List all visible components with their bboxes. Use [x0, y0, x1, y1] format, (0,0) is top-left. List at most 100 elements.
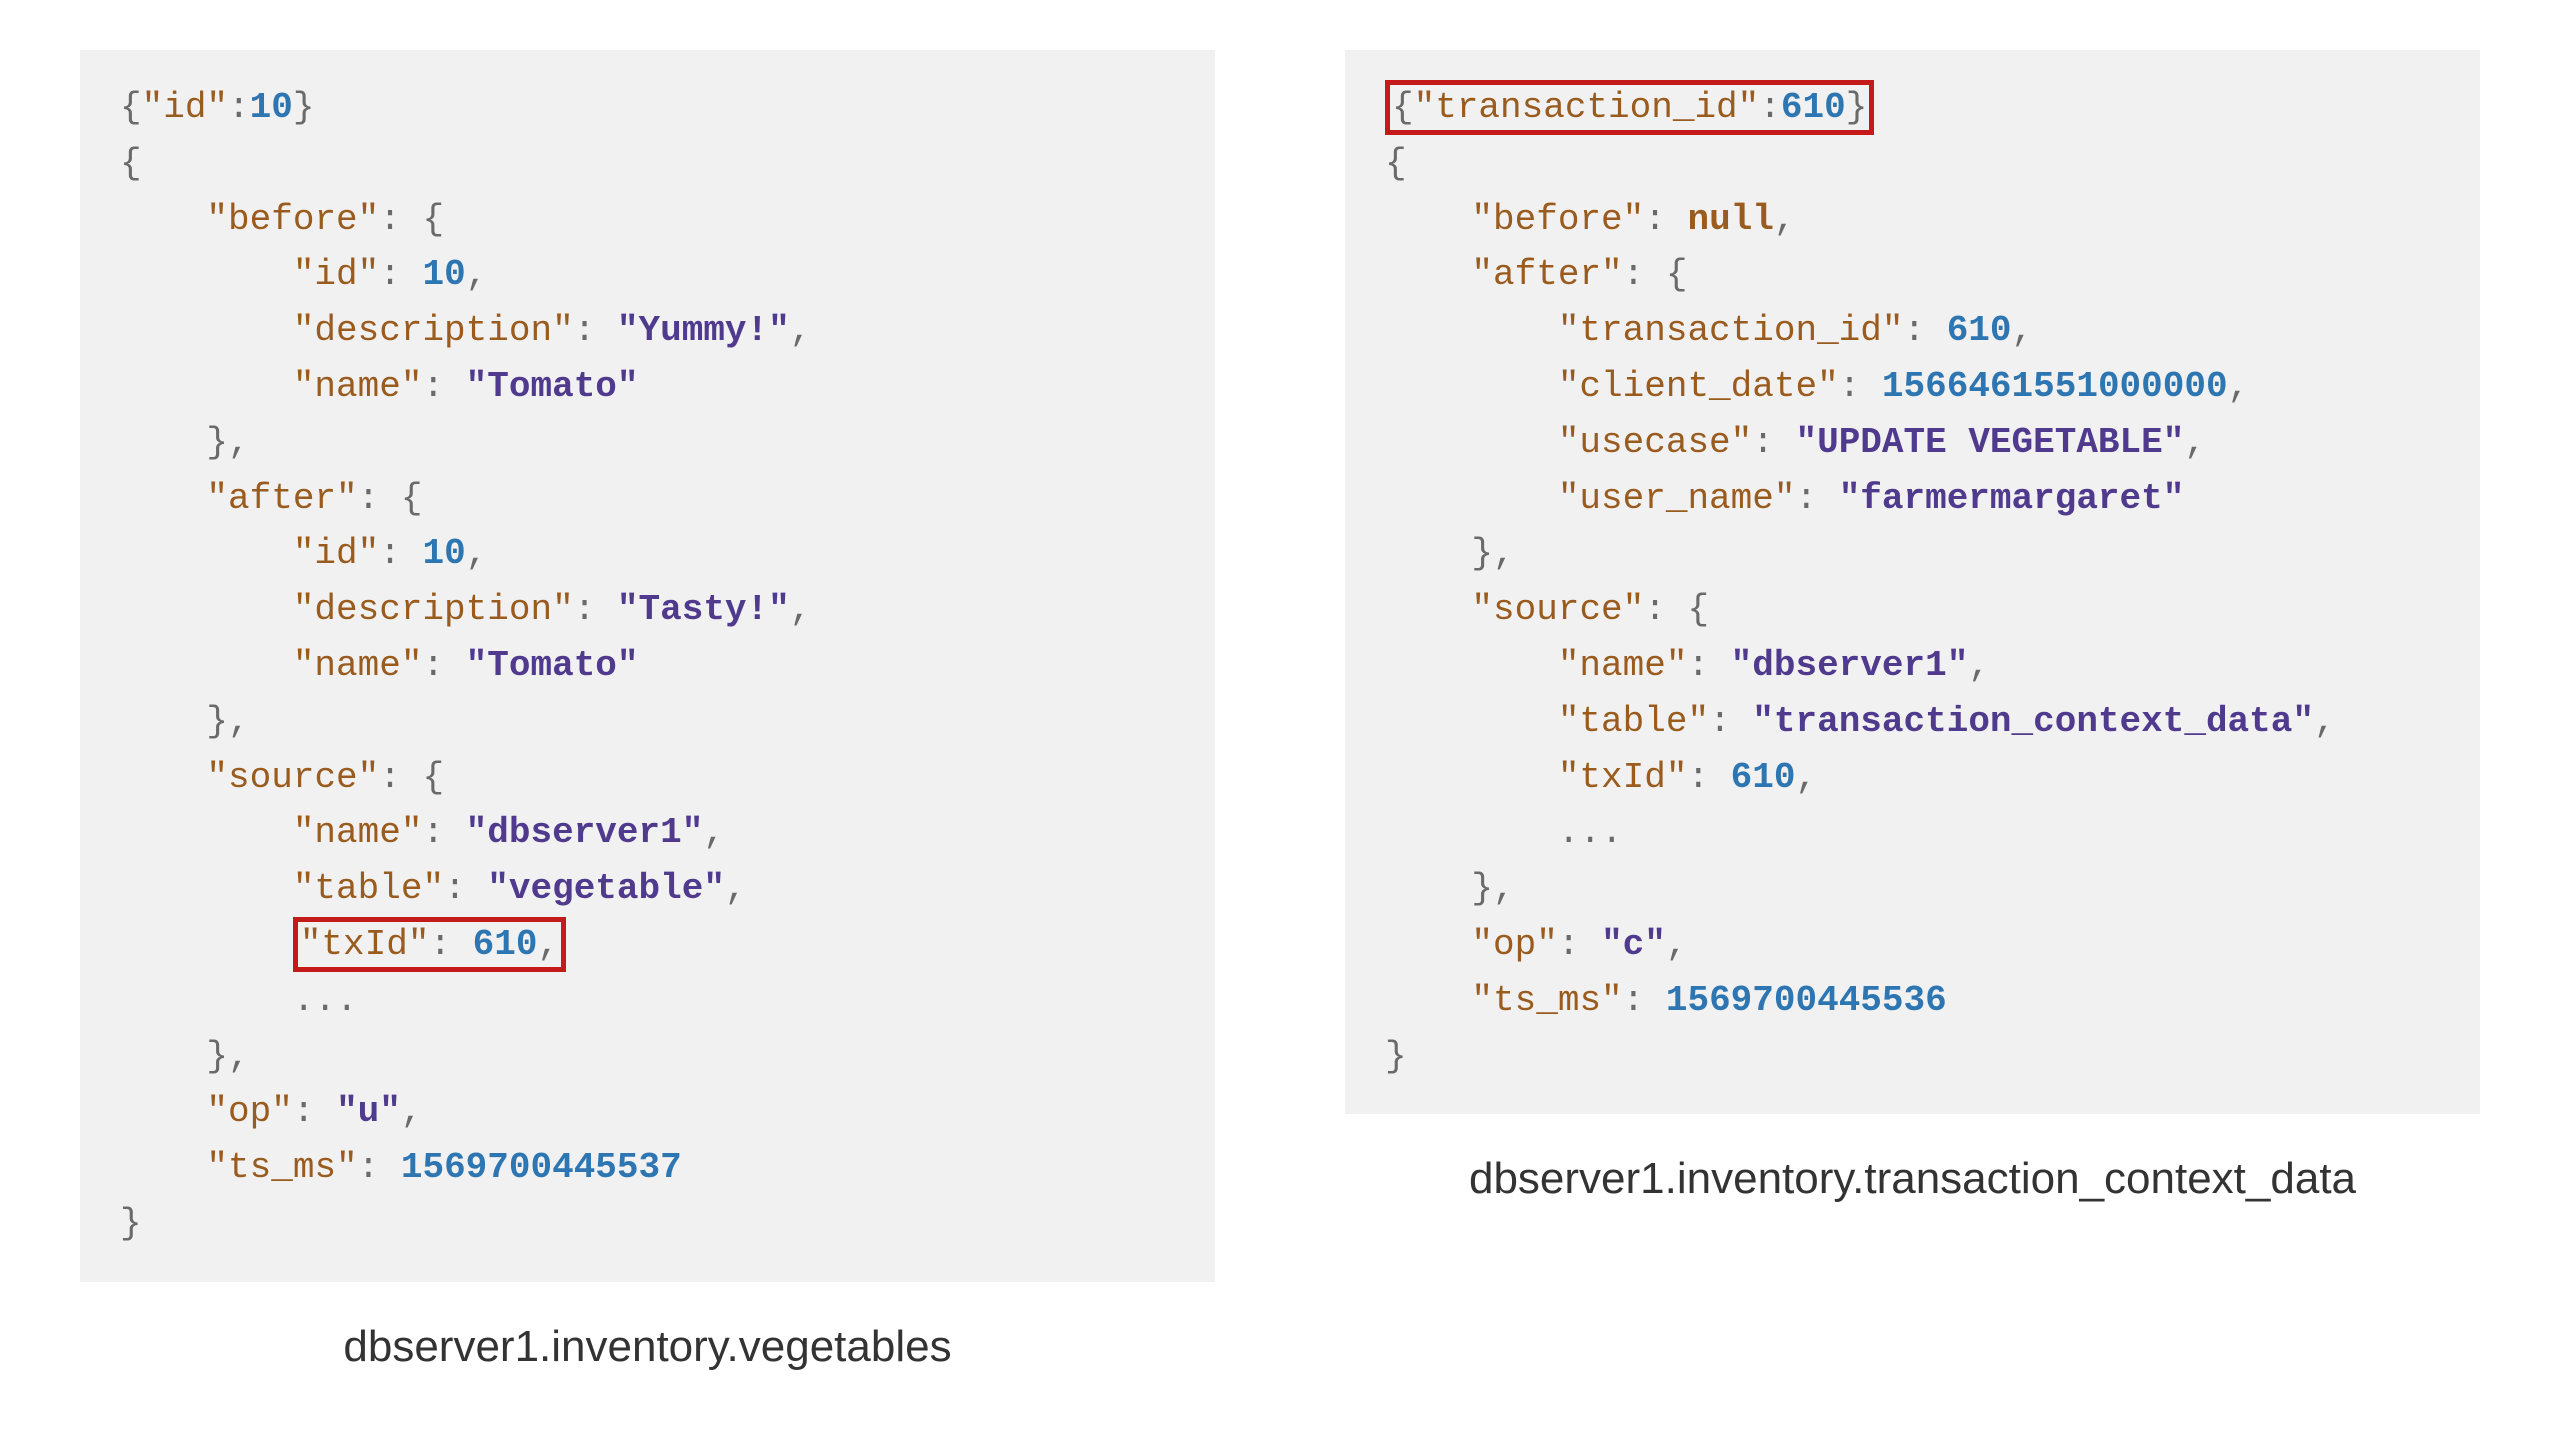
code-token: 1569700445536: [1666, 980, 1947, 1021]
code-token: "Tasty!": [617, 589, 790, 630]
highlight-box: "txId": 610,: [293, 917, 566, 972]
code-token: 10: [422, 533, 465, 574]
code-token: {: [120, 87, 142, 128]
code-token: [120, 868, 293, 909]
code-token: "op": [206, 1091, 292, 1132]
code-token: [120, 310, 293, 351]
code-token: [1385, 701, 1558, 742]
code-token: [1385, 254, 1471, 295]
code-token: [120, 478, 206, 519]
code-token: [120, 1147, 206, 1188]
code-token: : {: [379, 757, 444, 798]
code-token: "id": [293, 254, 379, 295]
code-token: :: [379, 254, 422, 295]
code-token: "after": [1471, 254, 1622, 295]
code-token: "user_name": [1558, 478, 1796, 519]
code-token: :: [574, 589, 617, 630]
code-token: :: [1558, 924, 1601, 965]
code-token: "source": [1471, 589, 1644, 630]
code-token: 610: [1947, 310, 2012, 351]
code-token: "name": [293, 812, 423, 853]
code-token: },: [120, 1036, 250, 1077]
code-token: 610: [1731, 757, 1796, 798]
code-token: [1385, 199, 1471, 240]
code-token: "op": [1471, 924, 1557, 965]
code-token: ,: [537, 924, 559, 965]
code-token: "table": [293, 868, 444, 909]
code-token: },: [120, 701, 250, 742]
code-token: [1385, 645, 1558, 686]
code-token: : {: [1623, 254, 1688, 295]
code-token: [120, 924, 293, 965]
code-token: {: [120, 143, 142, 184]
code-token: [1385, 980, 1471, 1021]
code-token: "before": [1471, 199, 1644, 240]
code-token: :: [379, 533, 422, 574]
code-token: :: [444, 868, 487, 909]
code-token: : {: [379, 199, 444, 240]
code-token: "dbserver1": [1731, 645, 1969, 686]
highlight-box: {"transaction_id":610}: [1385, 80, 1874, 135]
code-token: ,: [1774, 199, 1796, 240]
code-token: "before": [206, 199, 379, 240]
code-token: "Tomato": [466, 645, 639, 686]
transaction-context-json-block: {"transaction_id":610} { "before": null,…: [1345, 50, 2480, 1114]
code-token: null: [1687, 199, 1773, 240]
code-token: [1385, 757, 1558, 798]
code-token: "dbserver1": [466, 812, 704, 853]
code-token: "source": [206, 757, 379, 798]
code-token: "name": [293, 366, 423, 407]
code-token: "transaction_id": [1558, 310, 1904, 351]
left-caption: dbserver1.inventory.vegetables: [80, 1322, 1215, 1372]
code-token: [1385, 422, 1558, 463]
code-token: [120, 1091, 206, 1132]
code-token: "table": [1558, 701, 1709, 742]
code-token: :: [1839, 366, 1882, 407]
code-token: ,: [725, 868, 747, 909]
code-token: ,: [2228, 366, 2250, 407]
code-token: [120, 812, 293, 853]
code-token: }: [1846, 87, 1868, 128]
code-token: 610: [473, 924, 538, 965]
code-token: "u": [336, 1091, 401, 1132]
code-token: 610: [1781, 87, 1846, 128]
code-token: ,: [790, 589, 812, 630]
code-token: [1385, 310, 1558, 351]
code-token: ,: [1795, 757, 1817, 798]
code-token: [120, 589, 293, 630]
code-token: },: [1385, 533, 1515, 574]
code-token: [1385, 478, 1558, 519]
code-token: },: [120, 422, 250, 463]
code-token: :: [429, 924, 472, 965]
right-caption: dbserver1.inventory.transaction_context_…: [1345, 1154, 2480, 1204]
code-token: :: [422, 812, 465, 853]
code-token: [1385, 366, 1558, 407]
code-token: "id": [142, 87, 228, 128]
code-token: {: [1392, 87, 1414, 128]
code-token: "txId": [300, 924, 430, 965]
code-token: "ts_ms": [206, 1147, 357, 1188]
code-token: :: [228, 87, 250, 128]
right-column: {"transaction_id":610} { "before": null,…: [1345, 50, 2480, 1372]
code-token: : {: [1644, 589, 1709, 630]
code-token: "description": [293, 589, 574, 630]
code-token: "Tomato": [466, 366, 639, 407]
code-token: ,: [401, 1091, 423, 1132]
code-token: ,: [2184, 422, 2206, 463]
code-token: "c": [1601, 924, 1666, 965]
code-token: 1566461551000000: [1882, 366, 2228, 407]
code-token: "name": [293, 645, 423, 686]
code-token: :: [358, 1147, 401, 1188]
code-token: ,: [1968, 645, 1990, 686]
code-token: :: [1903, 310, 1946, 351]
code-token: 10: [250, 87, 293, 128]
code-token: "txId": [1558, 757, 1688, 798]
code-token: "client_date": [1558, 366, 1839, 407]
code-token: "description": [293, 310, 574, 351]
code-token: :: [1687, 645, 1730, 686]
code-token: [120, 757, 206, 798]
code-token: "usecase": [1558, 422, 1752, 463]
code-token: 10: [422, 254, 465, 295]
code-token: [120, 254, 293, 295]
code-token: :: [422, 645, 465, 686]
